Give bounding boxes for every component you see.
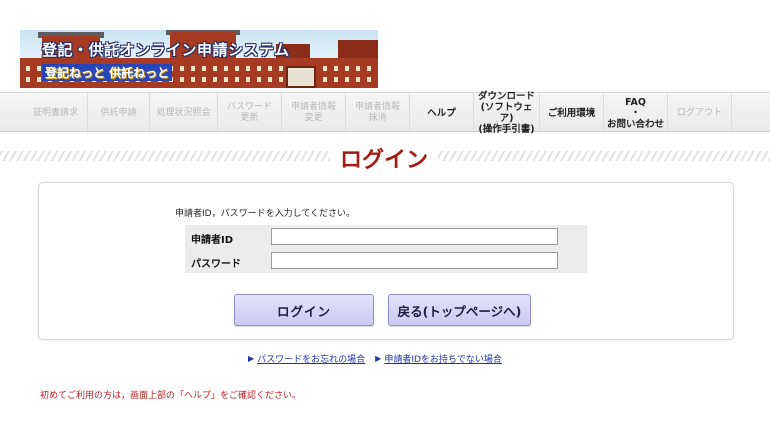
banner-tower-far-right <box>338 40 378 60</box>
nav-faq-contact[interactable]: FAQ ・ お問い合わせ <box>604 93 668 133</box>
login-panel: 申請者ID，パスワードを入力してください。 申請者ID パスワード ログイン 戻… <box>38 182 734 340</box>
login-button[interactable]: ログイン <box>234 294 374 326</box>
password-label: パスワード <box>191 259 241 270</box>
banner-title: 登記・供託オンライン申請システム <box>42 41 290 59</box>
nav-deposit-application: 供託申請 <box>88 93 150 133</box>
password-input[interactable] <box>271 252 558 269</box>
applicant-id-input[interactable] <box>271 228 558 245</box>
page-title: ログイン <box>339 148 428 173</box>
triangle-right-icon: ▶ <box>248 354 255 363</box>
no-applicant-id-link[interactable]: ▶ 申請者IDをお持ちでない場合 <box>375 352 502 365</box>
nav-password-update: パスワード 更新 <box>218 93 282 133</box>
triangle-right-icon: ▶ <box>375 354 382 363</box>
nav-help[interactable]: ヘルプ <box>410 93 474 133</box>
applicant-id-label: 申請者ID <box>191 235 234 246</box>
nav-download[interactable]: ダウンロード (ソフトウェア) (操作手引書) <box>474 91 540 135</box>
first-time-notice: 初めてご利用の方は，画面上部の「ヘルプ」をご確認ください。 <box>40 391 302 401</box>
nav-logout: ログアウト <box>668 93 732 133</box>
banner-subtitle: 登記ねっと 供託ねっと <box>42 64 173 81</box>
applicant-id-row: 申請者ID <box>185 225 587 249</box>
nav-certificate-request: 証明書請求 <box>24 93 88 133</box>
help-links: ▶ パスワードをお忘れの場合 ▶ 申請者IDをお持ちでない場合 <box>248 352 502 365</box>
banner-gate <box>286 66 316 88</box>
password-row: パスワード <box>185 249 587 273</box>
back-to-top-button[interactable]: 戻る(トップページへ) <box>388 294 531 326</box>
nav-applicant-delete: 申請者情報 抹消 <box>346 93 410 133</box>
heading-stripe-left <box>0 151 330 161</box>
nav-environment[interactable]: ご利用環境 <box>540 93 604 133</box>
site-banner: 登記・供託オンライン申請システム 登記ねっと 供託ねっと <box>20 30 378 88</box>
forgot-password-link[interactable]: ▶ パスワードをお忘れの場合 <box>248 352 365 365</box>
top-navigation: 証明書請求 供託申請 処理状況照会 パスワード 更新 申請者情報 変更 申請者情… <box>0 91 770 135</box>
nav-applicant-change: 申請者情報 変更 <box>282 93 346 133</box>
heading-stripe-right <box>438 151 770 161</box>
nav-status-inquiry: 処理状況照会 <box>150 93 218 133</box>
login-instruction: 申請者ID，パスワードを入力してください。 <box>175 209 356 219</box>
